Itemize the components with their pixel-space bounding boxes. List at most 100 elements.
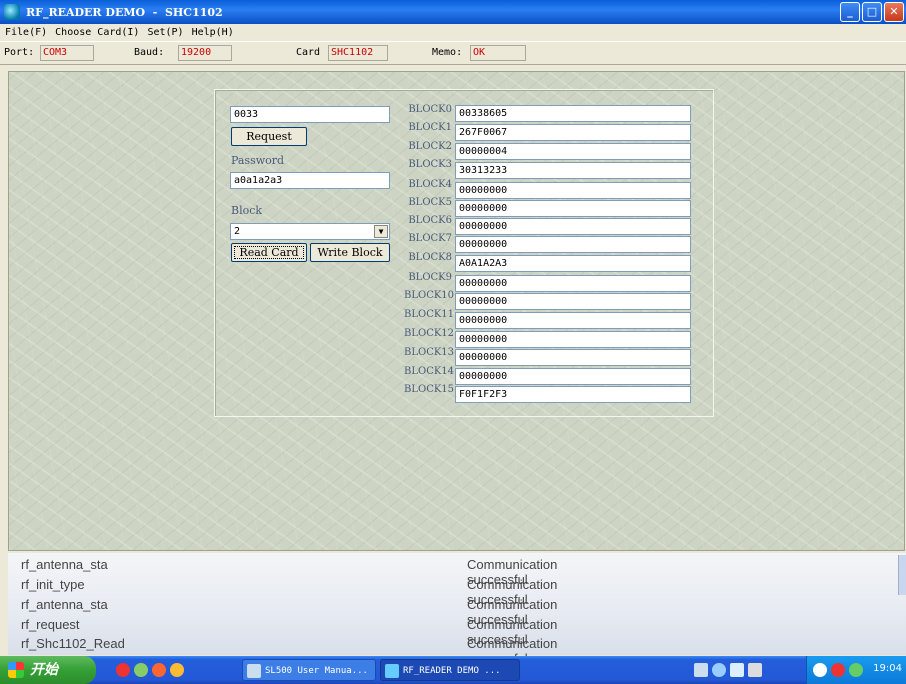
windows-logo-icon (8, 662, 24, 678)
password-field[interactable]: a0a1a2a3 (230, 172, 390, 189)
memo-value: OK (470, 45, 526, 61)
block-row-value[interactable]: 267F0067 (455, 124, 691, 141)
block-row-value[interactable]: 00338605 (455, 105, 691, 122)
tray-icon[interactable] (712, 663, 726, 677)
scrollbar[interactable] (898, 555, 906, 595)
block-row-label: BLOCK15 (404, 384, 455, 395)
block-row-label: BLOCK11 (404, 309, 455, 320)
log-list[interactable]: rf_antenna_sta Communication successful … (8, 553, 906, 666)
tray-icon[interactable] (730, 663, 744, 677)
tray-icon[interactable] (831, 663, 845, 677)
list-item[interactable]: rf_antenna_sta Communication successful (21, 557, 557, 587)
start-label: 开始 (30, 662, 58, 678)
port-value: COM3 (40, 45, 94, 61)
block-row-value[interactable]: 00000000 (455, 275, 691, 292)
block-row-value[interactable]: 00000000 (455, 368, 691, 385)
request-button[interactable]: Request (231, 127, 307, 146)
block-row-label: BLOCK0 (408, 104, 452, 115)
log-function: rf_antenna_sta (21, 597, 108, 612)
menu-file[interactable]: File(F) (2, 27, 50, 38)
keyboard-icon[interactable] (694, 663, 708, 677)
log-function: rf_request (21, 617, 80, 632)
block-row-label: BLOCK7 (408, 233, 452, 244)
write-block-button[interactable]: Write Block (310, 243, 390, 262)
block-row-value[interactable]: 00000000 (455, 293, 691, 310)
task-label: RF_READER DEMO ... (403, 666, 501, 676)
block-row-value[interactable]: A0A1A2A3 (455, 255, 691, 272)
start-button[interactable]: 开始 (0, 656, 96, 684)
task-button-manual[interactable]: SL500 User Manua... (242, 659, 376, 681)
window-controls: _ □ ✕ (840, 2, 904, 22)
block-row-label: BLOCK2 (408, 141, 452, 152)
block-row-value[interactable]: 00000000 (455, 349, 691, 366)
block-select-value: 2 (234, 226, 241, 237)
password-label: Password (231, 154, 285, 167)
log-function: rf_init_type (21, 577, 85, 592)
menu-help[interactable]: Help(H) (189, 27, 237, 38)
memo-label: Memo: (432, 47, 463, 58)
taskbar: 开始 SL500 User Manua... RF_READER DEMO ..… (0, 656, 906, 684)
block-row-label: BLOCK3 (408, 159, 452, 170)
block-row-value[interactable]: F0F1F2F3 (455, 386, 691, 403)
quicklaunch-icon[interactable] (134, 663, 148, 677)
list-item[interactable]: rf_antenna_sta Communication successful (21, 597, 557, 627)
block-select[interactable]: 2 ▼ (230, 223, 390, 240)
block-row-value[interactable]: 00000000 (455, 312, 691, 329)
task-label: SL500 User Manua... (265, 666, 368, 676)
quicklaunch-icon[interactable] (116, 663, 130, 677)
block-row-value[interactable]: 00000004 (455, 143, 691, 160)
block-row-label: BLOCK8 (408, 252, 452, 263)
card-label: Card (296, 47, 321, 58)
list-item[interactable]: rf_Shc1102_Read Communication successful (21, 636, 557, 666)
block-row-value[interactable]: 00000000 (455, 200, 691, 217)
menu-set[interactable]: Set(P) (144, 27, 186, 38)
block-row-label: BLOCK10 (404, 290, 455, 301)
block-row-label: BLOCK1 (408, 122, 452, 133)
read-card-button[interactable]: Read Card (231, 243, 307, 262)
list-item[interactable]: rf_request Communication successful (21, 617, 557, 647)
log-function: rf_antenna_sta (21, 557, 108, 572)
quicklaunch-icon[interactable] (152, 663, 166, 677)
menu-choose-card[interactable]: Choose Card(I) (52, 27, 142, 38)
list-item[interactable]: rf_init_type Communication successful (21, 577, 557, 607)
maximize-button[interactable]: □ (862, 2, 882, 22)
block-row-value[interactable]: 30313233 (455, 162, 691, 179)
block-label: Block (231, 204, 263, 217)
card-value: SHC1102 (328, 45, 388, 61)
block-row-label: BLOCK13 (404, 347, 455, 358)
document-icon (247, 664, 261, 678)
chevron-down-icon[interactable]: ▼ (374, 225, 388, 238)
baud-value: 19200 (178, 45, 232, 61)
block-row-label: BLOCK6 (408, 215, 452, 226)
block-row-label: BLOCK9 (408, 272, 452, 283)
block-row-value[interactable]: 00000000 (455, 236, 691, 253)
block-row-value[interactable]: 00000000 (455, 331, 691, 348)
system-tray: 19:04 (806, 656, 906, 684)
info-bar: Port: COM3 Baud: 19200 Card SHC1102 Memo… (0, 41, 906, 65)
main-area: 0033 Request Password a0a1a2a3 Block 2 ▼… (8, 71, 905, 551)
quicklaunch-icon[interactable] (170, 663, 184, 677)
block-row-value[interactable]: 00000000 (455, 218, 691, 235)
log-function: rf_Shc1102_Read (21, 636, 125, 651)
app-icon (385, 664, 399, 678)
help-icon[interactable] (748, 663, 762, 677)
card-id-field[interactable]: 0033 (230, 106, 390, 123)
baud-label: Baud: (134, 47, 165, 58)
network-icon[interactable] (849, 663, 863, 677)
block-row-label: BLOCK4 (408, 179, 452, 190)
title-bar: RF_READER DEMO - SHC1102 _ □ ✕ (0, 0, 906, 24)
minimize-button[interactable]: _ (840, 2, 860, 22)
task-button-rf-reader[interactable]: RF_READER DEMO ... (380, 659, 520, 681)
block-row-label: BLOCK5 (408, 197, 452, 208)
block-row-label: BLOCK12 (404, 328, 455, 339)
chevron-left-icon[interactable] (813, 663, 827, 677)
block-row-value[interactable]: 00000000 (455, 182, 691, 199)
close-button[interactable]: ✕ (884, 2, 904, 22)
clock: 19:04 (873, 663, 902, 674)
menu-bar: File(F) Choose Card(I) Set(P) Help(H) (0, 24, 906, 41)
window-title: RF_READER DEMO - SHC1102 (26, 5, 223, 19)
app-icon (4, 4, 20, 20)
block-row-label: BLOCK14 (404, 366, 455, 377)
card-panel: 0033 Request Password a0a1a2a3 Block 2 ▼… (214, 89, 714, 417)
port-label: Port: (4, 47, 35, 58)
